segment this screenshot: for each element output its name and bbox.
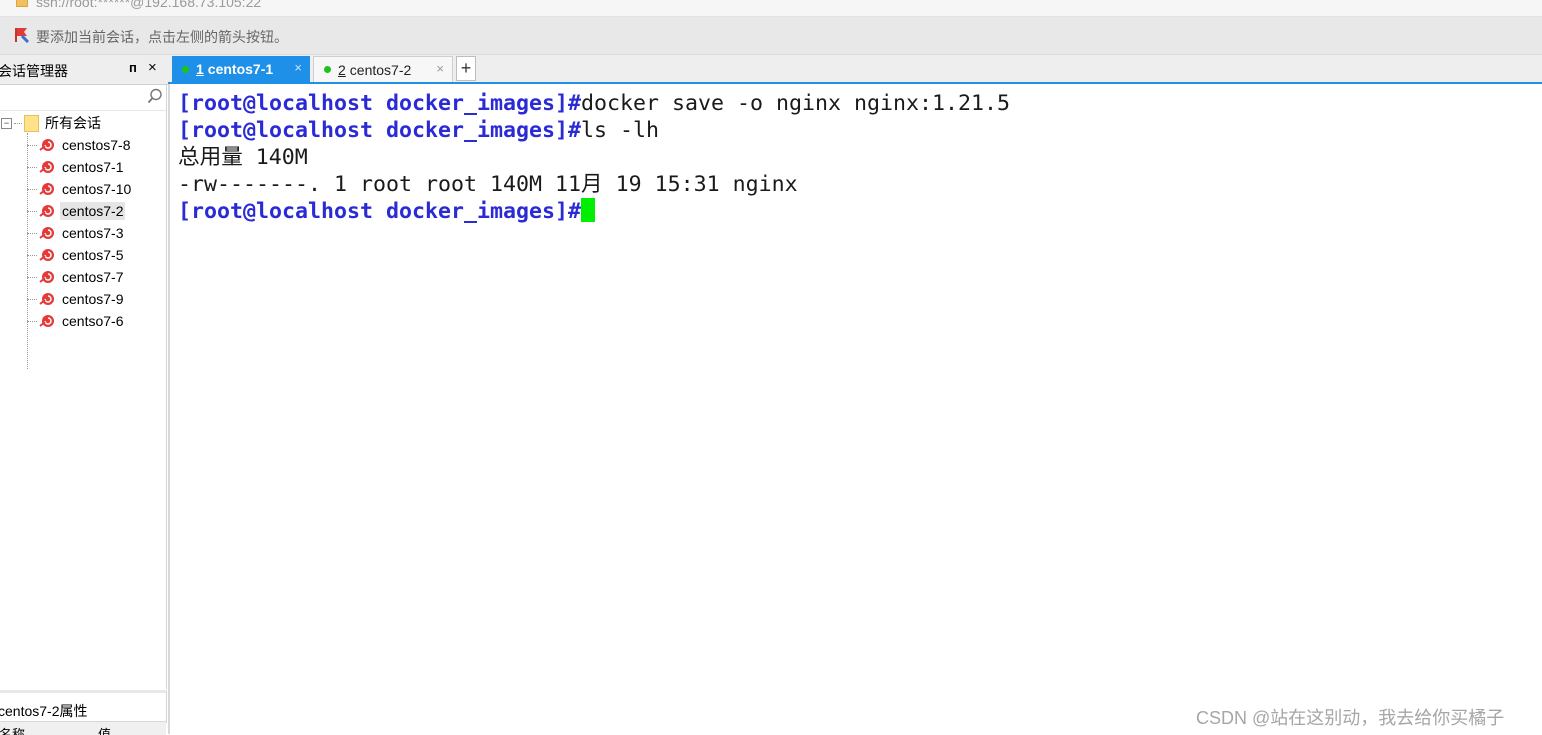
collapse-icon[interactable]: −	[1, 117, 12, 129]
tree-connector	[14, 122, 22, 124]
command-text: ls -lh	[581, 118, 660, 143]
tree-connector	[27, 210, 37, 212]
session-label: centos7-5	[62, 247, 124, 263]
watermark: CSDN @站在这别动，我去给你买橘子	[1196, 708, 1505, 728]
session-icon	[39, 183, 54, 195]
session-icon	[39, 271, 54, 283]
tab-number: 1	[196, 61, 204, 77]
session-icon	[39, 227, 54, 239]
session-label: centso7-6	[62, 313, 124, 329]
folder-icon	[16, 0, 28, 7]
tree-connector	[27, 188, 37, 190]
connected-status-icon	[182, 65, 189, 73]
column-name[interactable]: 名称	[0, 724, 25, 735]
close-icon[interactable]: ×	[148, 59, 157, 76]
session-icon	[39, 293, 54, 305]
address-bar[interactable]: ssh://root:******@192.168.73.105:22	[0, 0, 1542, 17]
session-item[interactable]: centos7-5	[27, 244, 125, 266]
tree-root-all-sessions[interactable]: − 所有会话	[0, 113, 101, 133]
tree-connector	[27, 254, 37, 256]
session-icon	[39, 205, 54, 217]
shell-prompt: [root@localhost docker_images]#	[178, 199, 582, 224]
properties-columns: 名称 值	[0, 721, 166, 735]
tab-number: 2	[338, 61, 346, 78]
add-tab-button[interactable]: +	[456, 56, 476, 81]
hint-text: 要添加当前会话，点击左侧的箭头按钮。	[36, 29, 288, 45]
terminal[interactable]: [root@localhost docker_images]#docker sa…	[168, 84, 1542, 734]
session-item[interactable]: centos7-3	[27, 222, 125, 244]
session-item[interactable]: centos7-1	[27, 156, 125, 178]
session-icon	[39, 249, 54, 261]
session-icon	[39, 161, 54, 173]
session-label: censtos7-8	[62, 137, 131, 153]
connected-status-icon	[324, 66, 331, 73]
session-manager-header: 会话管理器 ᴨ ×	[0, 55, 168, 85]
terminal-line: [root@localhost docker_images]#docker sa…	[178, 90, 1010, 117]
pin-icon[interactable]: ᴨ	[129, 60, 137, 75]
session-item[interactable]: centos7-10	[27, 178, 133, 200]
shell-prompt: [root@localhost docker_images]#	[178, 91, 582, 116]
session-item[interactable]: centos7-2	[27, 200, 126, 222]
session-search[interactable]	[0, 85, 166, 111]
tree-connector	[27, 144, 37, 146]
close-tab-icon[interactable]: ×	[294, 60, 302, 75]
tree-connector	[27, 166, 37, 168]
session-label: centos7-3	[62, 225, 124, 241]
session-label: centos7-7	[62, 269, 124, 285]
tab-bar: 1 centos7-1 × 2 centos7-2 × +	[168, 55, 1542, 82]
command-text: docker save -o nginx nginx:1.21.5	[581, 91, 1011, 116]
tree-connector	[27, 276, 37, 278]
session-label: centos7-2	[60, 202, 126, 220]
terminal-output: 总用量 140M	[178, 145, 308, 170]
session-manager-title: 会话管理器	[0, 63, 68, 79]
address-url[interactable]: ssh://root:******@192.168.73.105:22	[36, 0, 261, 10]
hint-bar: 要添加当前会话，点击左侧的箭头按钮。	[0, 17, 1542, 55]
tree-connector	[27, 298, 37, 300]
properties-title: centos7-2属性	[0, 703, 88, 719]
properties-header: centos7-2属性	[0, 690, 167, 723]
tree-root-label: 所有会话	[45, 115, 101, 131]
terminal-line: [root@localhost docker_images]#ls -lh	[178, 117, 659, 144]
session-label: centos7-1	[62, 159, 124, 175]
session-tree: − 所有会话 censtos7-8 centos7-1 centos7-10 cent…	[0, 85, 167, 689]
tab-label: centos7-1	[207, 61, 274, 77]
session-label: centos7-9	[62, 291, 124, 307]
tree-connector	[27, 232, 37, 234]
session-item[interactable]: centos7-7	[27, 266, 125, 288]
session-label: centos7-10	[62, 181, 132, 197]
session-item[interactable]: centos7-9	[27, 288, 125, 310]
session-item[interactable]: censtos7-8	[27, 134, 132, 156]
column-value[interactable]: 值	[98, 724, 111, 735]
session-item[interactable]: centso7-6	[27, 310, 125, 332]
terminal-cursor	[581, 198, 596, 222]
session-icon	[39, 315, 54, 327]
tab-label: centos7-2	[349, 61, 412, 78]
search-icon[interactable]	[147, 88, 163, 104]
close-tab-icon[interactable]: ×	[436, 61, 444, 76]
bookmark-flag-icon[interactable]	[14, 27, 30, 43]
tab-centos7-1[interactable]: 1 centos7-1 ×	[172, 56, 310, 82]
terminal-output: -rw-------. 1 root root 140M 11月 19 15:3…	[178, 172, 798, 197]
shell-prompt: [root@localhost docker_images]#	[178, 118, 582, 143]
session-icon	[39, 139, 54, 151]
folder-icon	[24, 114, 39, 132]
tree-connector	[27, 320, 37, 322]
terminal-line: [root@localhost docker_images]#	[178, 198, 596, 225]
tab-centos7-2[interactable]: 2 centos7-2 ×	[313, 56, 453, 82]
